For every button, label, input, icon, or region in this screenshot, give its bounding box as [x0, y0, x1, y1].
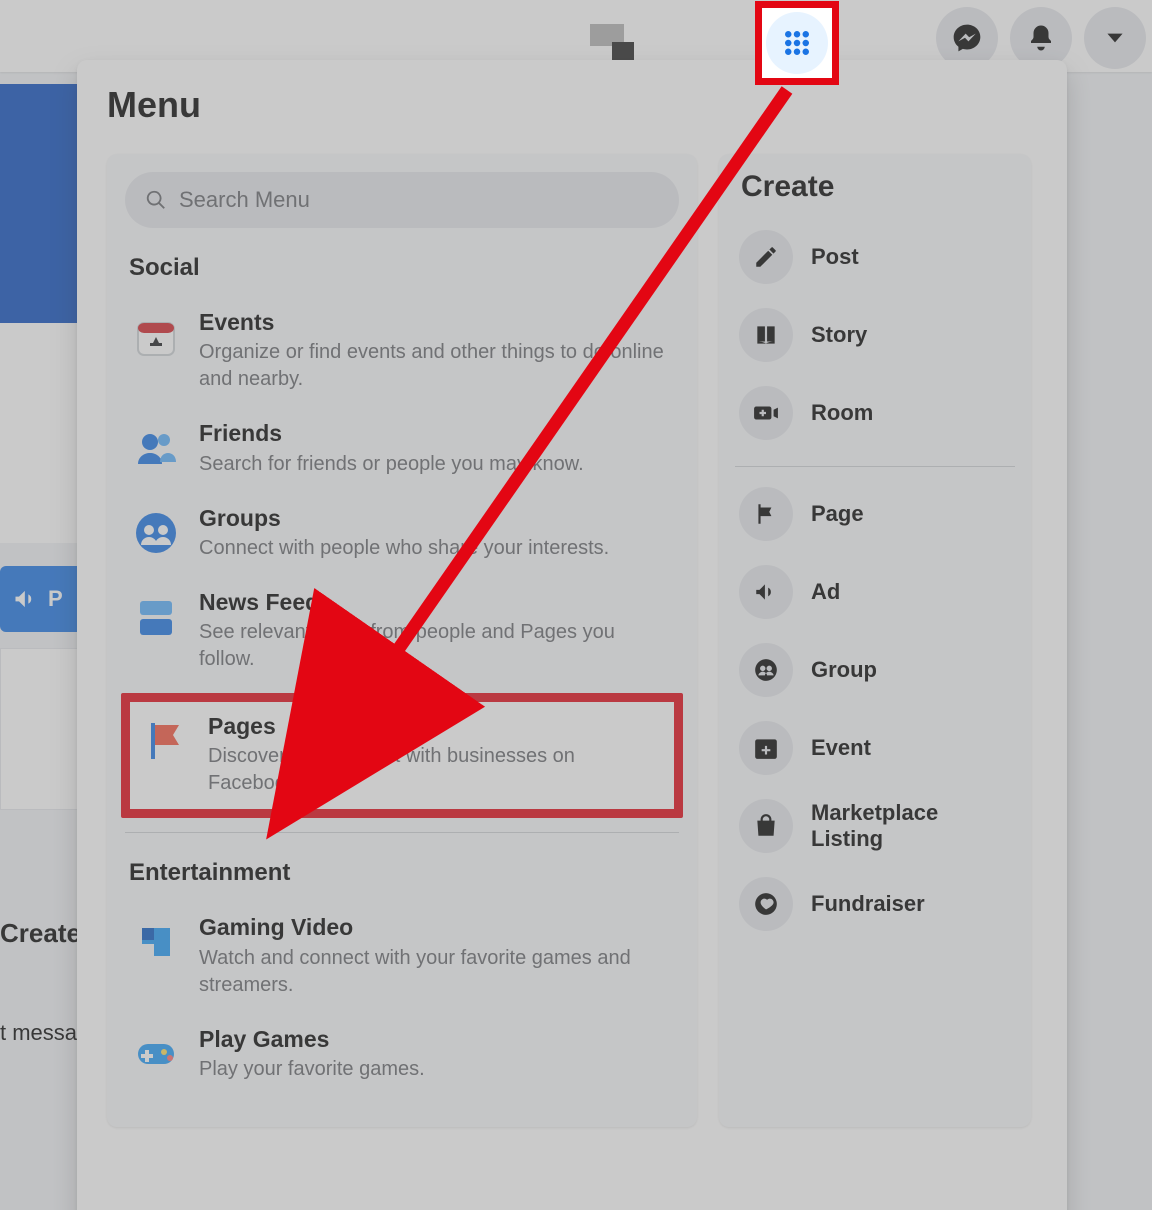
background-message-frag: t messa	[0, 1020, 77, 1046]
create-story[interactable]: Story	[735, 296, 1015, 374]
menu-item-desc: Connect with people who share your inter…	[199, 535, 609, 562]
menu-item-title: Events	[199, 310, 675, 335]
account-button[interactable]	[1084, 7, 1146, 69]
menu-item-title: Friends	[199, 421, 584, 446]
menu-item-events[interactable]: Events Organize or find events and other…	[125, 296, 679, 407]
create-page[interactable]: Page	[735, 475, 1015, 553]
background-side-card	[0, 648, 87, 810]
background-create-heading: Create	[0, 918, 81, 949]
menu-panel: Menu Search Menu Social Events	[77, 60, 1067, 1210]
menu-item-pages[interactable]: Pages Discover and connect with business…	[121, 693, 683, 818]
caret-down-icon	[1102, 25, 1128, 51]
menu-item-desc: Search for friends or people you may kno…	[199, 451, 584, 478]
menu-item-desc: See relevant posts from people and Pages…	[199, 619, 675, 673]
play-games-icon	[129, 1027, 183, 1081]
background-profile-panel	[0, 323, 85, 543]
menu-item-friends[interactable]: Friends Search for friends or people you…	[125, 407, 679, 491]
gaming-video-icon	[129, 915, 183, 969]
stage: P Create t messa Menu Search Menu	[0, 0, 1152, 1210]
search-placeholder: Search Menu	[179, 187, 310, 213]
create-room[interactable]: Room	[735, 374, 1015, 452]
search-input[interactable]: Search Menu	[125, 172, 679, 228]
create-fundraiser[interactable]: Fundraiser	[735, 865, 1015, 943]
create-column: Create Post Story	[719, 154, 1031, 1127]
group-icon	[739, 643, 793, 697]
menu-item-desc: Organize or find events and other things…	[199, 339, 675, 393]
menu-title: Menu	[107, 84, 1037, 126]
pages-flag-icon	[138, 714, 192, 768]
calendar-icon	[129, 310, 183, 364]
megaphone-icon	[739, 565, 793, 619]
create-label: Story	[811, 322, 867, 348]
section-divider	[125, 832, 679, 833]
search-icon	[145, 189, 167, 211]
grid-icon	[782, 28, 812, 58]
background-cover	[0, 84, 85, 323]
pixelated-avatar	[590, 24, 650, 64]
news-feed-icon	[129, 590, 183, 644]
messenger-icon	[952, 23, 982, 53]
menu-item-desc: Play your favorite games.	[199, 1056, 425, 1083]
heart-coin-icon	[739, 877, 793, 931]
menu-item-play-games[interactable]: Play Games Play your favorite games.	[125, 1013, 679, 1097]
section-heading-entertainment: Entertainment	[129, 859, 679, 887]
create-post[interactable]: Post	[735, 218, 1015, 296]
promote-label: P	[48, 586, 63, 612]
menu-button-highlight	[755, 1, 839, 85]
create-label: Event	[811, 735, 871, 761]
create-label: Ad	[811, 579, 840, 605]
menu-item-desc: Discover and connect with businesses on …	[208, 743, 666, 797]
menu-button[interactable]	[766, 12, 828, 74]
menu-item-title: Pages	[208, 714, 666, 739]
bell-icon	[1026, 23, 1056, 53]
create-label: Fundraiser	[811, 891, 925, 917]
create-label: Group	[811, 657, 877, 683]
menu-main-column: Search Menu Social Events Organize or fi…	[107, 154, 697, 1127]
menu-item-gaming-video[interactable]: Gaming Video Watch and connect with your…	[125, 901, 679, 1012]
create-label: Marketplace Listing	[811, 800, 1011, 853]
create-ad[interactable]: Ad	[735, 553, 1015, 631]
megaphone-icon	[12, 585, 40, 613]
create-label: Post	[811, 244, 859, 270]
book-icon	[739, 308, 793, 362]
bag-icon	[739, 799, 793, 853]
menu-item-desc: Watch and connect with your favorite gam…	[199, 945, 675, 999]
menu-item-groups[interactable]: Groups Connect with people who share you…	[125, 492, 679, 576]
edit-icon	[739, 230, 793, 284]
create-heading: Create	[741, 170, 1015, 204]
menu-item-title: Play Games	[199, 1027, 425, 1052]
menu-item-news-feed[interactable]: News Feed See relevant posts from people…	[125, 576, 679, 687]
flag-icon	[739, 487, 793, 541]
create-marketplace-listing[interactable]: Marketplace Listing	[735, 787, 1015, 865]
create-label: Page	[811, 501, 864, 527]
create-event[interactable]: Event	[735, 709, 1015, 787]
friends-icon	[129, 421, 183, 475]
menu-item-title: News Feed	[199, 590, 675, 615]
menu-item-title: Gaming Video	[199, 915, 675, 940]
groups-icon	[129, 506, 183, 560]
calendar-plus-icon	[739, 721, 793, 775]
video-plus-icon	[739, 386, 793, 440]
create-group[interactable]: Group	[735, 631, 1015, 709]
menu-item-title: Groups	[199, 506, 609, 531]
create-divider	[735, 466, 1015, 467]
section-heading-social: Social	[129, 254, 679, 282]
create-label: Room	[811, 400, 873, 426]
